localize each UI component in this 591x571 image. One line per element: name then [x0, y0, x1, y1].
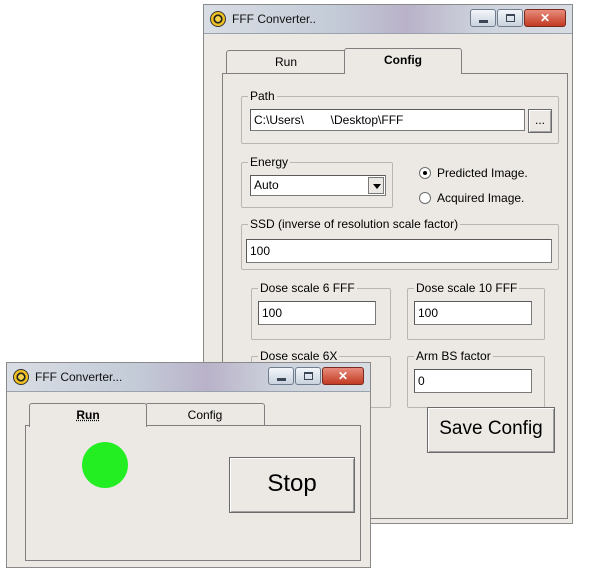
tab-config[interactable]: Config — [344, 48, 462, 74]
predicted-image-label: Predicted Image. — [437, 166, 528, 180]
dose-10fff-label: Dose scale 10 FFF — [414, 281, 520, 295]
ssd-input[interactable]: 100 — [246, 239, 552, 263]
stop-button-label: Stop — [267, 470, 317, 497]
dose-6x-label: Dose scale 6X — [258, 349, 340, 363]
tab-config-label: Config — [384, 53, 422, 67]
minimize-button[interactable] — [470, 9, 496, 27]
run-window-titlebar[interactable]: FFF Converter... ✕ — [7, 363, 370, 392]
tab-run-label: Run — [76, 408, 100, 422]
app-icon — [13, 369, 29, 385]
status-indicator — [82, 442, 128, 488]
chevron-down-icon[interactable] — [368, 177, 384, 194]
maximize-button[interactable] — [295, 367, 321, 385]
window-controls: ✕ — [469, 9, 566, 27]
save-config-label: Save Config — [439, 418, 543, 439]
window-controls: ✕ — [267, 367, 364, 385]
window-title: FFF Converter.. — [232, 12, 317, 26]
acquired-image-radio[interactable] — [419, 192, 431, 204]
close-icon: ✕ — [539, 11, 551, 25]
config-window-titlebar[interactable]: FFF Converter.. ✕ — [204, 5, 572, 34]
dose-6fff-input[interactable]: 100 — [258, 301, 376, 325]
arm-bs-group: Arm BS factor 0 — [407, 349, 545, 408]
run-tab-panel: Stop — [25, 425, 361, 561]
run-window: FFF Converter... ✕ Run Config Stop — [6, 362, 371, 568]
maximize-icon — [506, 14, 515, 22]
arm-bs-input[interactable]: 0 — [414, 369, 532, 393]
stop-button[interactable]: Stop — [229, 457, 355, 513]
arm-bs-label: Arm BS factor — [414, 349, 493, 363]
browse-button[interactable]: ... — [528, 109, 552, 133]
tab-config[interactable]: Config — [145, 403, 265, 425]
tab-run[interactable]: Run — [226, 50, 346, 74]
browse-button-label: ... — [534, 113, 545, 127]
close-button[interactable]: ✕ — [524, 9, 566, 27]
minimize-button[interactable] — [268, 367, 294, 385]
path-label: Path — [248, 89, 277, 103]
dose-10fff-group: Dose scale 10 FFF 100 — [407, 281, 545, 340]
minimize-icon — [479, 20, 488, 23]
maximize-icon — [304, 372, 313, 380]
path-group: Path C:\Users\ \Desktop\FFF ... — [241, 89, 559, 144]
maximize-button[interactable] — [497, 9, 523, 27]
dose-6fff-label: Dose scale 6 FFF — [258, 281, 357, 295]
energy-label: Energy — [248, 155, 291, 169]
ssd-group: SSD (inverse of resolution scale factor)… — [241, 217, 559, 270]
tab-run[interactable]: Run — [29, 403, 147, 427]
save-config-button[interactable]: Save Config — [427, 407, 555, 453]
close-button[interactable]: ✕ — [322, 367, 364, 385]
app-icon — [210, 11, 226, 27]
path-input[interactable]: C:\Users\ \Desktop\FFF — [250, 109, 525, 131]
dose-6fff-group: Dose scale 6 FFF 100 — [251, 281, 391, 340]
energy-select-value: Auto — [254, 178, 279, 192]
minimize-icon — [277, 378, 286, 381]
tab-config-label: Config — [187, 408, 223, 422]
energy-select[interactable]: Auto — [250, 175, 386, 196]
dose-10fff-input[interactable]: 100 — [414, 301, 532, 325]
tab-run-label: Run — [274, 55, 297, 69]
window-title: FFF Converter... — [35, 370, 123, 384]
acquired-image-label: Acquired Image. — [437, 191, 525, 205]
energy-group: Energy Auto — [241, 155, 393, 208]
ssd-label: SSD (inverse of resolution scale factor) — [248, 217, 461, 231]
predicted-image-radio[interactable] — [419, 167, 431, 179]
close-icon: ✕ — [337, 369, 349, 383]
